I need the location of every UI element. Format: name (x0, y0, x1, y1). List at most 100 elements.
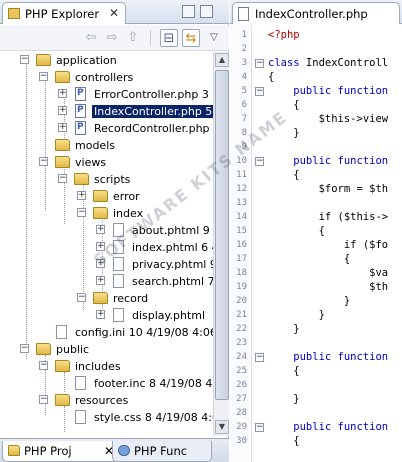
expand-toggle-icon[interactable]: + (96, 310, 105, 319)
collapse-toggle-icon[interactable]: − (58, 174, 67, 183)
tab-php-functions[interactable]: PHP Func (112, 441, 212, 462)
code-line-18[interactable]: $va (268, 267, 388, 279)
toolbar-separator (150, 30, 151, 46)
tree-label: application (56, 54, 117, 67)
expand-toggle-icon[interactable]: + (96, 276, 105, 285)
line-number: 16 (236, 240, 247, 250)
code-line-22[interactable]: } (268, 323, 299, 335)
collapse-toggle-icon[interactable]: − (20, 344, 29, 353)
collapse-toggle-icon[interactable]: − (39, 157, 48, 166)
fold-toggle-icon[interactable]: − (255, 157, 264, 166)
code-line-12[interactable]: $form = $th (268, 183, 389, 195)
collapse-all-icon[interactable]: ⊟ (160, 29, 178, 47)
tree-label: style.css 8 4/19/08 4:0 (94, 411, 213, 424)
view-menu-icon[interactable]: ▽ (205, 29, 223, 47)
line-number: 20 (236, 296, 247, 306)
code-line-25[interactable]: { (268, 365, 299, 377)
tab-indexcontroller[interactable]: IndexController.php (232, 2, 400, 24)
tab-php-explorer-label: PHP Explorer (25, 7, 100, 21)
link-with-editor-icon[interactable]: ⇆ (182, 29, 200, 47)
tree-label: index.phtml 6 4 (132, 241, 213, 254)
collapse-toggle-icon[interactable]: − (39, 361, 48, 370)
back-arrow-icon[interactable]: ⇦ (82, 29, 100, 47)
tree-label: includes (75, 360, 121, 373)
code-line-10[interactable]: public function (268, 155, 388, 167)
tree-label: privacy.phtml 9 (132, 258, 213, 271)
expand-toggle-icon[interactable]: + (58, 123, 67, 132)
expand-toggle-icon[interactable]: + (96, 225, 105, 234)
folder-icon (55, 139, 70, 151)
tab-php-project[interactable]: PHP Proj ✕ (2, 441, 120, 462)
keyword-public: public (268, 85, 332, 97)
code-line-17[interactable]: { (268, 253, 350, 265)
line-number: 11 (236, 170, 247, 180)
bottom-tab-bar: PHP Proj ✕ PHP Func (0, 438, 229, 462)
tree-label: models (75, 139, 115, 152)
editor-tab-bar: IndexController.php (230, 0, 402, 24)
line-number: 27 (236, 394, 247, 404)
line-number: 14 (236, 212, 247, 222)
tab-php-explorer[interactable]: PHP Explorer ✕ (2, 2, 126, 24)
code-line-5[interactable]: public function (268, 85, 388, 97)
tree-label: config.ini 10 4/19/08 4:06 P (75, 326, 213, 339)
code-line-15[interactable]: { (268, 225, 325, 237)
php-project-icon (8, 445, 20, 456)
keyword-public: public (268, 351, 332, 363)
fold-toggle-icon[interactable]: − (255, 59, 264, 68)
expand-toggle-icon[interactable]: + (58, 106, 67, 115)
code-line-6[interactable]: { (268, 99, 299, 111)
scroll-down-arrow-icon[interactable]: ▼ (215, 420, 229, 434)
keyword-public: public (268, 155, 332, 167)
tree-label: resources (75, 394, 129, 407)
maximize-button[interactable] (200, 5, 213, 18)
collapse-toggle-icon[interactable]: − (39, 72, 48, 81)
code-line-16[interactable]: if ($fo (268, 239, 388, 251)
css-file-icon (75, 410, 86, 424)
minimize-button[interactable] (182, 5, 195, 18)
collapse-toggle-icon[interactable]: − (77, 293, 86, 302)
line-number-gutter: 1 2 3 4 5 6 7 8 9 10 11 12 13 14 15 16 1… (230, 25, 252, 462)
code-line-27[interactable]: } (268, 393, 299, 405)
code-line-21[interactable]: } (268, 309, 325, 321)
code-line-20[interactable]: } (268, 295, 350, 307)
line-number: 24 (236, 352, 247, 362)
code-line-3[interactable]: class IndexControll (268, 57, 388, 69)
folder-icon (55, 156, 70, 168)
code-line-19[interactable]: $th (268, 281, 388, 293)
code-line-29[interactable]: public function (268, 421, 388, 433)
fold-toggle-icon[interactable]: − (255, 423, 264, 432)
expand-toggle-icon[interactable]: + (77, 191, 86, 200)
code-line-11[interactable]: { (268, 169, 299, 181)
explorer-scrollbar[interactable]: ▲ ▼ (213, 52, 229, 436)
line-number: 5 (241, 86, 247, 96)
tree-label: footer.inc 8 4/19/08 4: (94, 377, 213, 390)
tree-label-selected: IndexController.php 5 (92, 105, 213, 118)
scrollbar-thumb[interactable] (215, 70, 229, 400)
code-line-24[interactable]: public function (268, 351, 388, 363)
line-number: 12 (236, 184, 247, 194)
up-arrow-icon[interactable]: ⇧ (124, 29, 142, 47)
code-line-14[interactable]: if ($this-> (268, 211, 389, 223)
close-icon[interactable]: ✕ (109, 6, 119, 20)
line-number: 30 (236, 436, 247, 446)
code-editor: IndexController.php 1 2 3 4 5 6 7 8 9 10… (230, 0, 402, 462)
collapse-toggle-icon[interactable]: − (39, 395, 48, 404)
phtml-file-icon (113, 308, 124, 322)
collapse-toggle-icon[interactable]: − (20, 55, 29, 64)
fold-toggle-icon[interactable]: − (255, 87, 264, 96)
code-line-30[interactable]: { (268, 435, 299, 447)
code-line-4[interactable]: { (268, 71, 274, 83)
scroll-up-arrow-icon[interactable]: ▲ (215, 53, 229, 67)
forward-arrow-icon[interactable]: ⇨ (103, 29, 121, 47)
fold-toggle-icon[interactable]: − (255, 353, 264, 362)
keyword-public: public (268, 421, 332, 433)
line-number: 1 (241, 30, 247, 40)
line-number: 21 (236, 310, 247, 320)
code-line-1[interactable]: <?php (268, 29, 300, 41)
collapse-toggle-icon[interactable]: − (77, 208, 86, 217)
line-number: 23 (236, 338, 247, 348)
php-file-icon (75, 104, 86, 118)
folder-icon (36, 343, 51, 355)
expand-toggle-icon[interactable]: + (58, 89, 67, 98)
folder-icon (74, 173, 89, 185)
